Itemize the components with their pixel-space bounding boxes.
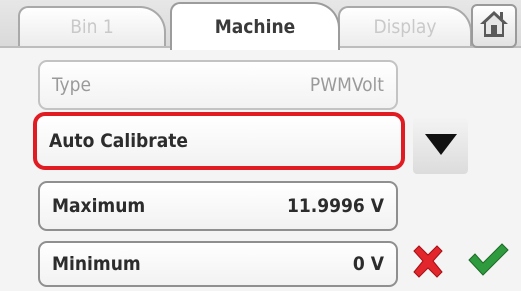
- tab-bin-1[interactable]: Bin 1: [18, 6, 166, 46]
- tab-display[interactable]: Display: [338, 6, 472, 46]
- green-check-icon: [466, 240, 510, 285]
- minimum-value: 0 V: [352, 253, 384, 275]
- maximum-field[interactable]: Maximum 11.9996 V: [38, 181, 398, 231]
- tab-bin-1-label: Bin 1: [70, 16, 114, 38]
- tab-display-label: Display: [373, 16, 437, 38]
- maximum-value: 11.9996 V: [286, 195, 384, 217]
- minimum-field[interactable]: Minimum 0 V: [38, 241, 398, 287]
- home-icon: [478, 9, 510, 44]
- type-field: Type PWMVolt: [38, 60, 398, 110]
- machine-settings-screen: Bin 1 Machine Display Type PWMVolt Auto …: [0, 0, 521, 291]
- type-value: PWMVolt: [309, 74, 384, 96]
- maximum-label: Maximum: [52, 195, 146, 217]
- auto-calibrate-label: Auto Calibrate: [49, 130, 189, 152]
- home-button[interactable]: [471, 4, 517, 48]
- red-x-icon: [408, 242, 448, 287]
- tab-bar: Bin 1 Machine Display: [0, 0, 521, 52]
- dropdown-button[interactable]: [413, 118, 468, 174]
- auto-calibrate-field[interactable]: Auto Calibrate: [33, 112, 405, 170]
- type-label: Type: [52, 74, 91, 96]
- confirm-button[interactable]: [462, 238, 514, 286]
- triangle-down-icon: [423, 131, 459, 162]
- minimum-label: Minimum: [52, 253, 141, 275]
- tab-machine[interactable]: Machine: [170, 2, 340, 50]
- tab-machine-label: Machine: [214, 16, 296, 38]
- cancel-button[interactable]: [404, 240, 452, 288]
